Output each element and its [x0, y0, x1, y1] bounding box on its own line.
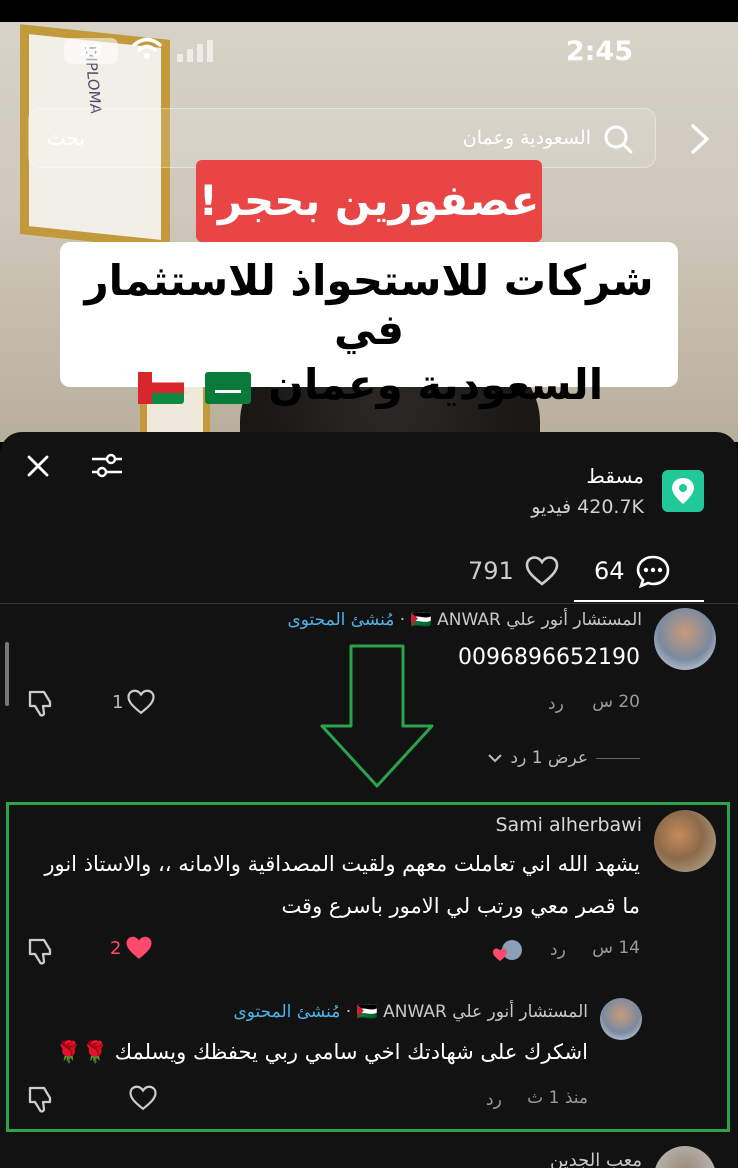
heart-filled-icon	[126, 936, 152, 959]
battery-icon: 23	[64, 38, 118, 64]
heart-outline-icon	[525, 556, 559, 586]
comment-time: منذ 1 ث	[527, 1088, 588, 1108]
like-count: 1	[112, 691, 124, 713]
like-count: 2	[110, 937, 122, 959]
tab-likes[interactable]: 791	[468, 542, 578, 600]
like-button[interactable]: 1	[112, 688, 156, 716]
creator-badge: مُنشئ المحتوى	[233, 1002, 341, 1022]
filter-icon[interactable]	[90, 452, 124, 480]
banner-line-2: السعودية وعمان	[60, 360, 678, 409]
comment-author[interactable]: المستشار أنور علي 🇵🇸 ANWAR	[357, 1002, 588, 1022]
signal-icon	[177, 40, 213, 62]
separator-dot: ·	[340, 1002, 352, 1022]
banner-line-1: شركات للاستحواذ للاستثمار في	[84, 256, 654, 354]
banner-line-2-text: السعودية وعمان	[268, 360, 604, 409]
arrow-down-icon	[320, 644, 434, 788]
search-query: السعودية وعمان	[462, 127, 591, 149]
like-button[interactable]	[128, 1084, 158, 1112]
wifi-icon	[132, 37, 162, 59]
status-bar: 23 2:45	[0, 22, 738, 82]
comment-text-line-1: يشهد الله اني تعاملت معهم ولقيت المصداقي…	[44, 852, 640, 876]
dislike-icon[interactable]	[26, 688, 56, 718]
tab-comments[interactable]: 64	[574, 542, 704, 602]
avatar[interactable]	[654, 608, 716, 670]
likes-count: 791	[468, 557, 514, 585]
reply-button[interactable]: رد	[486, 1090, 502, 1110]
search-icon	[604, 125, 633, 154]
dislike-icon[interactable]	[26, 936, 56, 966]
search-button[interactable]: بحث	[47, 126, 85, 150]
close-icon[interactable]	[26, 454, 50, 478]
creator-badge: مُنشئ المحتوى	[287, 610, 395, 630]
video-banner-white: شركات للاستحواذ للاستثمار في السعودية وع…	[60, 242, 678, 409]
avatar[interactable]	[654, 1146, 716, 1168]
comment-text: اشكرك على شهادتك اخي سامي ربي يحفظك ويسل…	[55, 1040, 588, 1064]
tabs-divider	[0, 603, 738, 604]
location-pin-icon[interactable]	[662, 470, 704, 512]
chevron-down-icon	[487, 754, 502, 763]
avatar[interactable]	[600, 998, 642, 1040]
comment-time: 20 س	[592, 692, 640, 712]
view-replies-button[interactable]: عرض 1 رد	[487, 748, 640, 768]
comments-sheet: مسقط 420.7K فيديو 64 791 المستشار أنور ع…	[0, 432, 738, 1168]
comment-author[interactable]: المستشار أنور علي 🇵🇸 ANWAR	[411, 610, 642, 630]
comment-time: 14 س	[592, 938, 640, 958]
like-button[interactable]: 2	[110, 934, 154, 962]
avatar[interactable]	[654, 810, 716, 872]
creator-liked-icon	[493, 940, 522, 961]
status-time: 2:45	[565, 36, 633, 67]
replies-divider	[596, 757, 640, 759]
comment-author[interactable]: معب الجدين	[550, 1150, 642, 1168]
comment-author-line: المستشار أنور علي 🇵🇸 ANWAR · مُنشئ المحت…	[233, 1002, 588, 1022]
heart-outline-icon	[127, 689, 156, 715]
reply-button[interactable]: رد	[550, 940, 566, 960]
sheet-tabs: 64 791	[0, 542, 738, 602]
search-input[interactable]: بحث السعودية وعمان	[28, 108, 656, 168]
comment-author[interactable]: Sami alherbawi	[495, 814, 642, 836]
tab-active-indicator	[574, 600, 704, 602]
comments-count: 64	[594, 557, 625, 585]
scrollbar[interactable]	[5, 642, 9, 706]
location-title[interactable]: مسقط	[586, 464, 644, 488]
oman-flag-icon	[137, 371, 184, 404]
saudi-flag-icon	[204, 371, 251, 404]
comment-text: 0096896652190	[458, 645, 640, 670]
heart-outline-icon	[129, 1085, 157, 1111]
reply-button[interactable]: رد	[548, 694, 564, 714]
chevron-right-icon[interactable]	[688, 122, 712, 156]
comment-text-line-2: ما قصر معي ورتب لي الامور باسرع وقت	[281, 894, 640, 918]
comment-bubble-icon	[636, 555, 669, 588]
dislike-icon[interactable]	[26, 1084, 56, 1114]
location-video-count: 420.7K فيديو	[531, 496, 644, 518]
video-banner-red: عصفورين بحجر!	[196, 160, 542, 242]
view-replies-label: عرض 1 رد	[510, 748, 589, 768]
comment-author-line: المستشار أنور علي 🇵🇸 ANWAR · مُنشئ المحت…	[287, 610, 642, 630]
separator-dot: ·	[394, 610, 406, 630]
